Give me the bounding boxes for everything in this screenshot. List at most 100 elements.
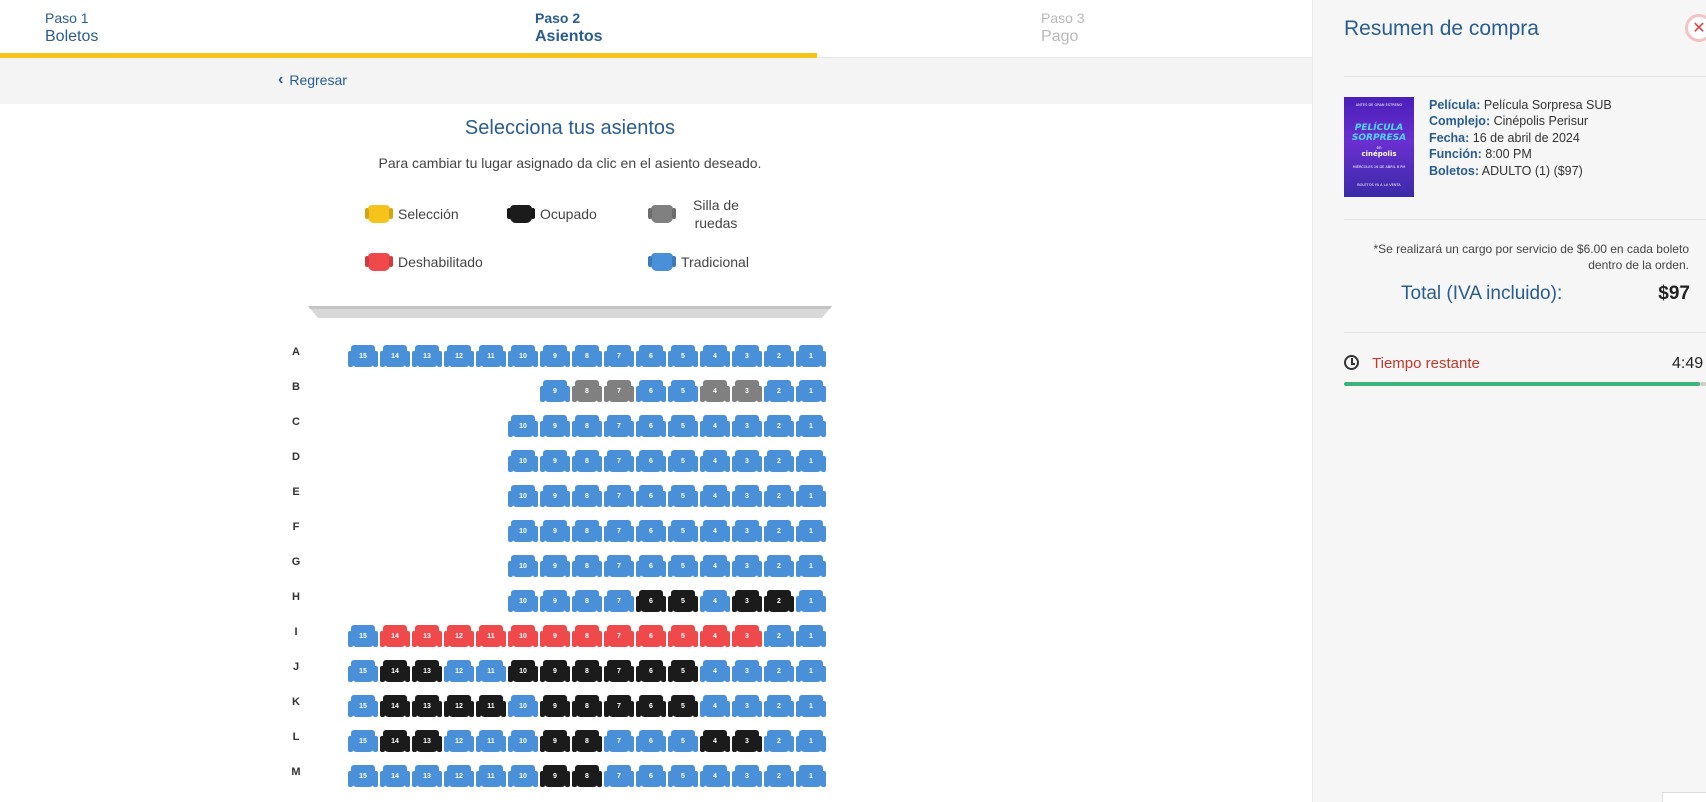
seat-B9-traditional[interactable]: 9 bbox=[540, 380, 570, 404]
close-icon[interactable]: ✕ bbox=[1685, 14, 1706, 42]
seat-B8-wheelchair[interactable]: 8 bbox=[572, 380, 602, 404]
seat-J2-traditional[interactable]: 2 bbox=[764, 660, 794, 684]
seat-B1-traditional[interactable]: 1 bbox=[796, 380, 826, 404]
seat-A2-traditional[interactable]: 2 bbox=[764, 345, 794, 369]
seat-D10-traditional[interactable]: 10 bbox=[508, 450, 538, 474]
seat-H8-traditional[interactable]: 8 bbox=[572, 590, 602, 614]
seat-A11-traditional[interactable]: 11 bbox=[476, 345, 506, 369]
seat-A9-traditional[interactable]: 9 bbox=[540, 345, 570, 369]
seat-C2-traditional[interactable]: 2 bbox=[764, 415, 794, 439]
seat-F3-traditional[interactable]: 3 bbox=[732, 520, 762, 544]
back-button[interactable]: ‹ Regresar bbox=[278, 72, 347, 89]
seat-H9-traditional[interactable]: 9 bbox=[540, 590, 570, 614]
seat-A10-traditional[interactable]: 10 bbox=[508, 345, 538, 369]
seat-F9-traditional[interactable]: 9 bbox=[540, 520, 570, 544]
seat-J4-traditional[interactable]: 4 bbox=[700, 660, 730, 684]
seat-A4-traditional[interactable]: 4 bbox=[700, 345, 730, 369]
seat-A13-traditional[interactable]: 13 bbox=[412, 345, 442, 369]
seat-F1-traditional[interactable]: 1 bbox=[796, 520, 826, 544]
seat-F2-traditional[interactable]: 2 bbox=[764, 520, 794, 544]
seat-E7-traditional[interactable]: 7 bbox=[604, 485, 634, 509]
seat-D5-traditional[interactable]: 5 bbox=[668, 450, 698, 474]
seat-B3-wheelchair[interactable]: 3 bbox=[732, 380, 762, 404]
seat-G9-traditional[interactable]: 9 bbox=[540, 555, 570, 579]
seat-F6-traditional[interactable]: 6 bbox=[636, 520, 666, 544]
seat-M13-traditional[interactable]: 13 bbox=[412, 765, 442, 789]
seat-E10-traditional[interactable]: 10 bbox=[508, 485, 538, 509]
seat-G3-traditional[interactable]: 3 bbox=[732, 555, 762, 579]
seat-E4-traditional[interactable]: 4 bbox=[700, 485, 730, 509]
step-1-boletos[interactable]: Paso 1 Boletos bbox=[45, 9, 98, 47]
seat-E9-traditional[interactable]: 9 bbox=[540, 485, 570, 509]
seat-A1-traditional[interactable]: 1 bbox=[796, 345, 826, 369]
seat-L2-traditional[interactable]: 2 bbox=[764, 730, 794, 754]
seat-I1-traditional[interactable]: 1 bbox=[796, 625, 826, 649]
seat-A5-traditional[interactable]: 5 bbox=[668, 345, 698, 369]
seat-M15-traditional[interactable]: 15 bbox=[348, 765, 378, 789]
seat-K4-traditional[interactable]: 4 bbox=[700, 695, 730, 719]
seat-L7-traditional[interactable]: 7 bbox=[604, 730, 634, 754]
seat-M7-traditional[interactable]: 7 bbox=[604, 765, 634, 789]
seat-H1-traditional[interactable]: 1 bbox=[796, 590, 826, 614]
seat-M11-traditional[interactable]: 11 bbox=[476, 765, 506, 789]
seat-C1-traditional[interactable]: 1 bbox=[796, 415, 826, 439]
seat-G5-traditional[interactable]: 5 bbox=[668, 555, 698, 579]
seat-L11-traditional[interactable]: 11 bbox=[476, 730, 506, 754]
seat-C8-traditional[interactable]: 8 bbox=[572, 415, 602, 439]
seat-A15-traditional[interactable]: 15 bbox=[348, 345, 378, 369]
seat-B7-wheelchair[interactable]: 7 bbox=[604, 380, 634, 404]
seat-D9-traditional[interactable]: 9 bbox=[540, 450, 570, 474]
seat-L12-traditional[interactable]: 12 bbox=[444, 730, 474, 754]
seat-C3-traditional[interactable]: 3 bbox=[732, 415, 762, 439]
seat-G6-traditional[interactable]: 6 bbox=[636, 555, 666, 579]
seat-B5-traditional[interactable]: 5 bbox=[668, 380, 698, 404]
seat-M1-traditional[interactable]: 1 bbox=[796, 765, 826, 789]
seat-G10-traditional[interactable]: 10 bbox=[508, 555, 538, 579]
seat-A12-traditional[interactable]: 12 bbox=[444, 345, 474, 369]
seat-M4-traditional[interactable]: 4 bbox=[700, 765, 730, 789]
seat-D6-traditional[interactable]: 6 bbox=[636, 450, 666, 474]
seat-C5-traditional[interactable]: 5 bbox=[668, 415, 698, 439]
seat-F5-traditional[interactable]: 5 bbox=[668, 520, 698, 544]
seat-D7-traditional[interactable]: 7 bbox=[604, 450, 634, 474]
seat-I15-traditional[interactable]: 15 bbox=[348, 625, 378, 649]
seat-G4-traditional[interactable]: 4 bbox=[700, 555, 730, 579]
seat-A6-traditional[interactable]: 6 bbox=[636, 345, 666, 369]
seat-J1-traditional[interactable]: 1 bbox=[796, 660, 826, 684]
seat-L1-traditional[interactable]: 1 bbox=[796, 730, 826, 754]
seat-H7-traditional[interactable]: 7 bbox=[604, 590, 634, 614]
seat-H10-traditional[interactable]: 10 bbox=[508, 590, 538, 614]
seat-H4-traditional[interactable]: 4 bbox=[700, 590, 730, 614]
seat-C6-traditional[interactable]: 6 bbox=[636, 415, 666, 439]
seat-E6-traditional[interactable]: 6 bbox=[636, 485, 666, 509]
seat-I2-traditional[interactable]: 2 bbox=[764, 625, 794, 649]
seat-L15-traditional[interactable]: 15 bbox=[348, 730, 378, 754]
seat-K2-traditional[interactable]: 2 bbox=[764, 695, 794, 719]
seat-J12-traditional[interactable]: 12 bbox=[444, 660, 474, 684]
seat-A8-traditional[interactable]: 8 bbox=[572, 345, 602, 369]
seat-M5-traditional[interactable]: 5 bbox=[668, 765, 698, 789]
seat-C7-traditional[interactable]: 7 bbox=[604, 415, 634, 439]
seat-M2-traditional[interactable]: 2 bbox=[764, 765, 794, 789]
seat-B6-traditional[interactable]: 6 bbox=[636, 380, 666, 404]
seat-D8-traditional[interactable]: 8 bbox=[572, 450, 602, 474]
seat-C9-traditional[interactable]: 9 bbox=[540, 415, 570, 439]
seat-J15-traditional[interactable]: 15 bbox=[348, 660, 378, 684]
seat-A3-traditional[interactable]: 3 bbox=[732, 345, 762, 369]
seat-L10-traditional[interactable]: 10 bbox=[508, 730, 538, 754]
seat-M6-traditional[interactable]: 6 bbox=[636, 765, 666, 789]
seat-A7-traditional[interactable]: 7 bbox=[604, 345, 634, 369]
seat-G8-traditional[interactable]: 8 bbox=[572, 555, 602, 579]
seat-D3-traditional[interactable]: 3 bbox=[732, 450, 762, 474]
seat-F4-traditional[interactable]: 4 bbox=[700, 520, 730, 544]
seat-J3-traditional[interactable]: 3 bbox=[732, 660, 762, 684]
seat-E8-traditional[interactable]: 8 bbox=[572, 485, 602, 509]
seat-B4-wheelchair[interactable]: 4 bbox=[700, 380, 730, 404]
seat-J11-traditional[interactable]: 11 bbox=[476, 660, 506, 684]
seat-G7-traditional[interactable]: 7 bbox=[604, 555, 634, 579]
seat-L6-traditional[interactable]: 6 bbox=[636, 730, 666, 754]
seat-E3-traditional[interactable]: 3 bbox=[732, 485, 762, 509]
seat-F8-traditional[interactable]: 8 bbox=[572, 520, 602, 544]
seat-K15-traditional[interactable]: 15 bbox=[348, 695, 378, 719]
seat-C4-traditional[interactable]: 4 bbox=[700, 415, 730, 439]
